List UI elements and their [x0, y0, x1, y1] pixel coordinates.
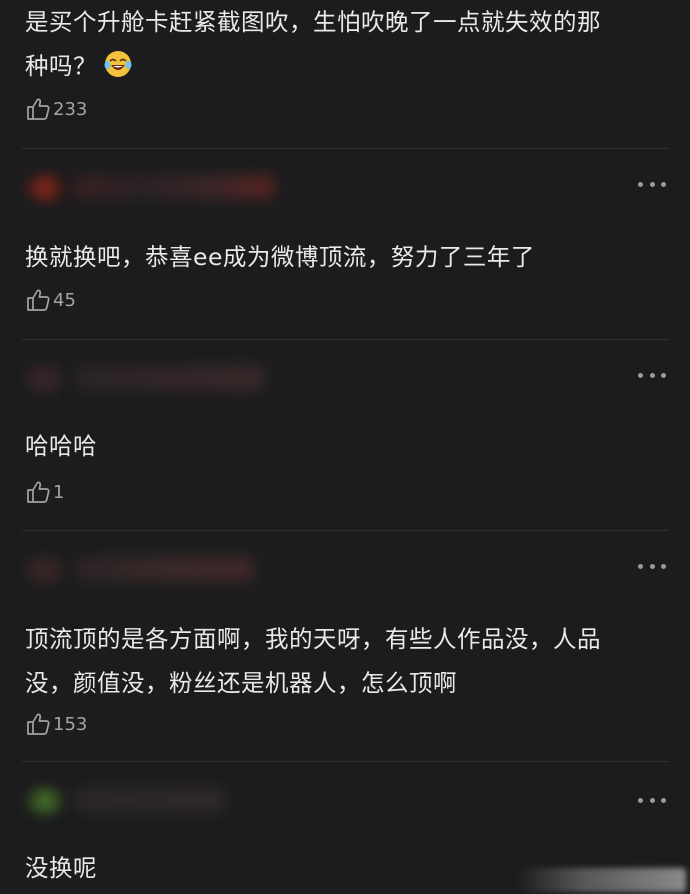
more-options-icon[interactable] — [638, 792, 666, 808]
comment-item: 哈哈哈 1 — [0, 340, 690, 530]
more-options-icon[interactable] — [638, 558, 666, 574]
username[interactable] — [74, 557, 254, 581]
thumbs-up-icon — [27, 713, 50, 735]
thumbs-up-icon — [27, 289, 50, 311]
thumbs-up-icon — [27, 98, 50, 120]
like-button[interactable]: 153 — [25, 710, 87, 738]
comment-text: 哈哈哈 — [25, 432, 97, 460]
more-options-icon[interactable] — [638, 176, 666, 192]
more-options-icon[interactable] — [638, 367, 666, 383]
comment-header — [24, 776, 284, 824]
like-count: 153 — [53, 713, 88, 735]
thumbs-up-icon — [27, 481, 50, 503]
avatar[interactable] — [24, 555, 66, 585]
comment-item: 是买个升舱卡赶紧截图吹，生怕吹晚了一点就失效的那 种吗？ 233 — [0, 0, 690, 148]
username[interactable] — [74, 366, 264, 390]
username[interactable] — [74, 175, 274, 199]
comment-header — [24, 354, 284, 402]
like-button[interactable]: 1 — [25, 478, 64, 506]
username[interactable] — [74, 788, 224, 812]
like-button[interactable]: 233 — [25, 95, 87, 123]
like-count: 233 — [53, 98, 88, 120]
comment-text-line: 顶流顶的是各方面啊，我的天呀，有些人作品没，人品 — [25, 625, 601, 653]
like-button[interactable]: 45 — [25, 286, 76, 314]
avatar[interactable] — [24, 786, 66, 816]
avatar[interactable] — [24, 364, 66, 394]
avatar[interactable] — [24, 173, 66, 203]
laughing-tears-emoji-icon — [104, 51, 132, 77]
comment-text-line: 没，颜值没，粉丝还是机器人，怎么顶啊 — [25, 669, 457, 697]
comment-item: 换就换吧，恭喜ee成为微博顶流，努力了三年了 45 — [0, 149, 690, 339]
comment-header — [24, 163, 284, 211]
comment-text-line: 种吗？ — [25, 44, 660, 88]
like-count: 1 — [53, 481, 65, 503]
watermark — [516, 868, 686, 892]
comment-text: 顶流顶的是各方面啊，我的天呀，有些人作品没，人品 没，颜值没，粉丝还是机器人，怎… — [25, 617, 660, 705]
comment-text-line: 是买个升舱卡赶紧截图吹，生怕吹晚了一点就失效的那 — [25, 8, 601, 36]
comment-text: 是买个升舱卡赶紧截图吹，生怕吹晚了一点就失效的那 种吗？ — [25, 0, 660, 88]
comment-item: 顶流顶的是各方面啊，我的天呀，有些人作品没，人品 没，颜值没，粉丝还是机器人，怎… — [0, 531, 690, 761]
comment-header — [24, 545, 284, 593]
like-count: 45 — [53, 289, 76, 311]
comment-text: 换就换吧，恭喜ee成为微博顶流，努力了三年了 — [25, 243, 535, 271]
